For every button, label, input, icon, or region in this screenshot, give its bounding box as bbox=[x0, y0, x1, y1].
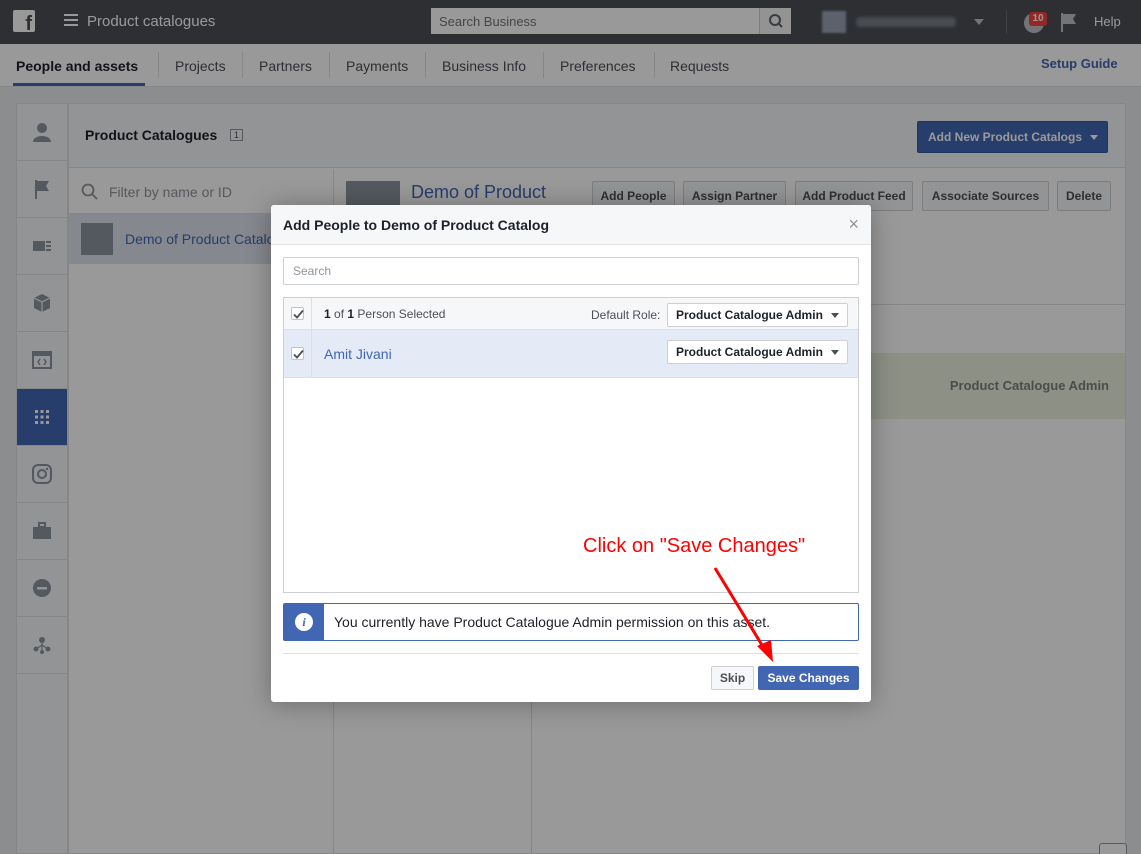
dialog-title: Add People to Demo of Product Catalog bbox=[283, 217, 550, 233]
dialog-header: Add People to Demo of Product Catalog × bbox=[271, 205, 871, 245]
people-search-input[interactable]: Search bbox=[283, 257, 859, 285]
default-role-label: Default Role: bbox=[591, 308, 661, 322]
person-checkbox[interactable] bbox=[291, 347, 304, 360]
annotation-text: Click on "Save Changes" bbox=[583, 535, 806, 557]
person-role-select[interactable]: Product Catalogue Admin bbox=[667, 340, 848, 364]
checkmark-icon bbox=[293, 349, 304, 359]
arrow-icon bbox=[713, 567, 773, 662]
people-list-header: 1 of 1 Person Selected Default Role: Pro… bbox=[284, 298, 858, 330]
close-icon[interactable]: × bbox=[848, 214, 859, 235]
selection-summary: 1 of 1 Person Selected bbox=[324, 307, 446, 321]
table-row: Amit Jivani Product Catalogue Admin bbox=[284, 330, 858, 378]
divider bbox=[311, 298, 312, 378]
chevron-down-icon bbox=[831, 350, 839, 355]
checkmark-icon bbox=[293, 309, 304, 319]
info-icon-box: i bbox=[284, 604, 324, 640]
default-role-select[interactable]: Product Catalogue Admin bbox=[667, 303, 848, 327]
select-all-checkbox[interactable] bbox=[291, 307, 304, 320]
chevron-down-icon bbox=[831, 313, 839, 318]
info-icon: i bbox=[295, 613, 313, 631]
person-name[interactable]: Amit Jivani bbox=[324, 346, 392, 362]
